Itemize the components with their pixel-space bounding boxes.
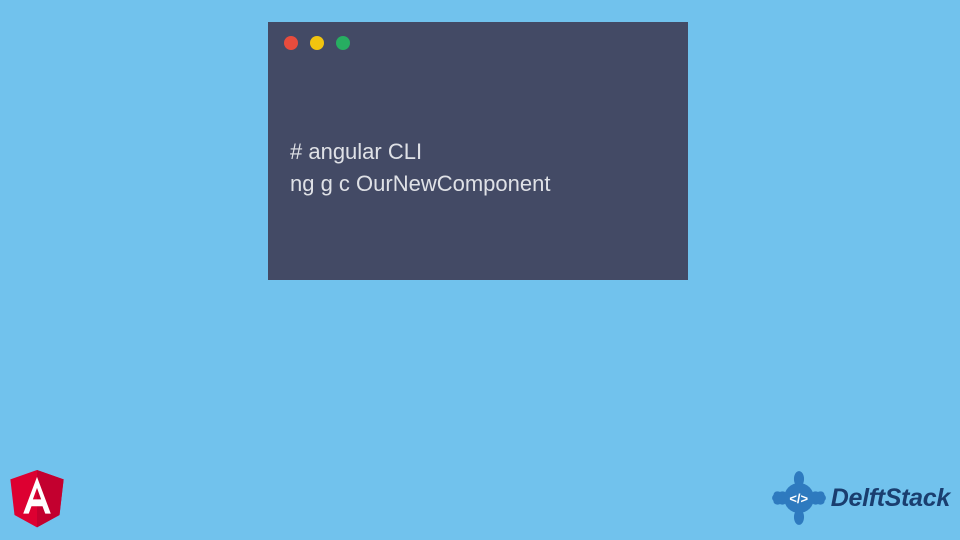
maximize-icon	[336, 36, 350, 50]
delftstack-badge-icon: </>	[771, 470, 827, 526]
terminal-window: # angular CLI ng g c OurNewComponent	[268, 22, 688, 280]
code-icon: </>	[784, 483, 814, 513]
terminal-body: # angular CLI ng g c OurNewComponent	[268, 58, 688, 200]
angular-logo-icon	[8, 470, 66, 532]
minimize-icon	[310, 36, 324, 50]
delftstack-brand-text: DelftStack	[831, 484, 950, 513]
delftstack-logo: </> DelftStack	[771, 470, 950, 526]
close-icon	[284, 36, 298, 50]
terminal-line: ng g c OurNewComponent	[290, 168, 666, 200]
terminal-titlebar	[268, 22, 688, 58]
terminal-line: # angular CLI	[290, 136, 666, 168]
